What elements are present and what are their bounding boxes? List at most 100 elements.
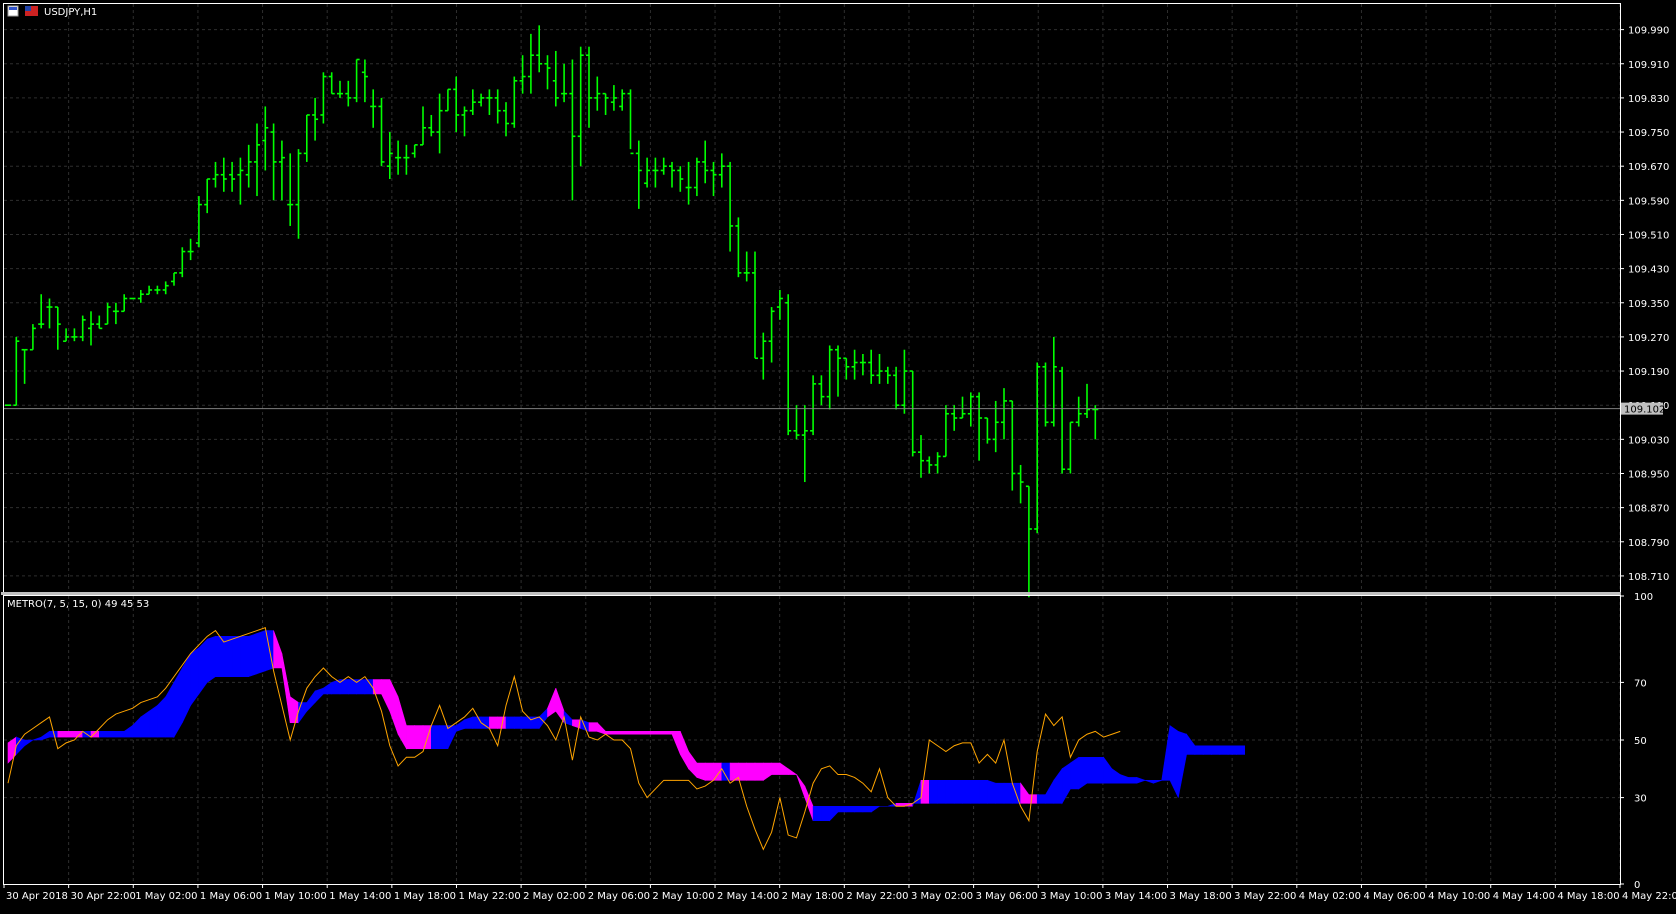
band-segment — [696, 762, 706, 781]
band-segment — [215, 636, 225, 677]
band-segment — [754, 762, 764, 781]
panel-splitter[interactable] — [1, 592, 1621, 595]
band-segment — [148, 704, 158, 738]
price-tick-label: 109.670 — [1628, 162, 1669, 173]
time-tick-label: 4 May 02:00 — [1299, 891, 1361, 902]
band-segment — [970, 780, 980, 804]
level-label: 0 — [1634, 880, 1640, 891]
price-tick-label: 109.030 — [1628, 435, 1669, 446]
time-tick-label: 2 May 22:00 — [846, 891, 908, 902]
band-segment — [1036, 794, 1046, 804]
band-segment — [414, 725, 424, 749]
current-price-tag: 109.102 — [1621, 402, 1665, 416]
time-tick-label: 3 May 06:00 — [976, 891, 1038, 902]
band-segment — [646, 731, 656, 735]
time-tick-label: 1 May 10:00 — [265, 891, 327, 902]
band-segment — [978, 780, 988, 804]
band-segment — [1194, 745, 1204, 755]
band-segment — [206, 635, 216, 683]
time-tick-label: 1 May 14:00 — [329, 891, 391, 902]
price-tick-label: 109.190 — [1628, 367, 1669, 378]
band-segment — [588, 722, 598, 732]
band-segment — [513, 716, 523, 729]
time-tick-label: 2 May 14:00 — [717, 891, 779, 902]
time-tick-label: 2 May 10:00 — [652, 891, 714, 902]
band-segment — [746, 762, 756, 781]
band-segment — [406, 725, 416, 749]
time-tick-label: 3 May 02:00 — [911, 891, 973, 902]
band-segment — [862, 805, 872, 813]
time-tick-label: 30 Apr 22:00 — [71, 891, 136, 902]
band-segment — [995, 782, 1005, 804]
band-segment — [928, 780, 938, 804]
band-segment — [953, 780, 963, 804]
band-segment — [1236, 745, 1245, 755]
band-segment — [430, 725, 440, 749]
time-tick-label: 4 May 18:00 — [1557, 891, 1619, 902]
band-segment — [638, 731, 648, 735]
time-tick-label: 2 May 02:00 — [523, 891, 585, 902]
band-segment — [1219, 745, 1229, 755]
band-segment — [655, 731, 665, 735]
band-segment — [1211, 745, 1221, 755]
band-segment — [240, 636, 249, 677]
time-tick-label: 2 May 18:00 — [782, 891, 844, 902]
band-segment — [1202, 745, 1212, 755]
band-segment — [962, 780, 972, 804]
time-tick-label: 4 May 10:00 — [1428, 891, 1490, 902]
price-tick-label: 109.830 — [1628, 94, 1669, 105]
band-segment — [845, 805, 855, 813]
band-segment — [738, 762, 748, 781]
band-segment — [480, 716, 490, 729]
current-price-value: 109.102 — [1624, 405, 1665, 416]
band-segment — [505, 716, 515, 729]
time-tick-label: 1 May 18:00 — [394, 891, 456, 902]
band-segment — [621, 731, 631, 735]
band-segment — [57, 731, 67, 738]
time-tick-label: 4 May 06:00 — [1363, 891, 1425, 902]
band-segment — [987, 779, 997, 804]
time-tick-label: 4 May 22:00 — [1622, 891, 1676, 902]
price-tick-label: 109.270 — [1628, 333, 1669, 344]
level-label: 100 — [1634, 592, 1653, 603]
band-segment — [837, 805, 847, 813]
time-tick-label: 3 May 18:00 — [1170, 891, 1232, 902]
time-tick-label: 2 May 06:00 — [588, 891, 650, 902]
band-segment — [1095, 756, 1104, 784]
band-segment — [1078, 756, 1088, 790]
price-tick-label: 108.710 — [1628, 572, 1669, 583]
time-tick-label: 30 Apr 2018 — [6, 891, 68, 902]
price-tick-label: 109.910 — [1628, 60, 1669, 71]
band-segment — [630, 731, 640, 735]
time-tick-label: 1 May 02:00 — [135, 891, 197, 902]
band-segment — [945, 780, 955, 804]
band-segment — [1070, 756, 1079, 790]
price-tick-label: 109.590 — [1628, 196, 1669, 207]
band-segment — [472, 716, 482, 729]
price-tick-label: 109.990 — [1628, 26, 1669, 37]
level-label: 30 — [1634, 794, 1647, 805]
indicator-label: METRO(7, 5, 15, 0) 49 45 53 — [7, 599, 149, 610]
level-label: 70 — [1634, 678, 1647, 689]
price-tick-label: 109.750 — [1628, 128, 1669, 139]
price-tick-label: 108.870 — [1628, 504, 1669, 515]
band-segment — [771, 762, 781, 775]
symbol-label: USDJPY,H1 — [44, 7, 97, 18]
band-segment — [1128, 777, 1138, 784]
time-tick-label: 3 May 10:00 — [1040, 891, 1102, 902]
mt4-chart-window[interactable]: USDJPY,H1 METRO(7, 5, 15, 0) 49 45 53 10… — [0, 0, 1676, 910]
price-tick-label: 108.790 — [1628, 538, 1669, 549]
band-segment — [854, 805, 864, 813]
band-segment — [605, 731, 615, 735]
band-segment — [256, 630, 266, 675]
time-tick-label: 1 May 22:00 — [458, 891, 520, 902]
band-segment — [613, 731, 623, 735]
band-segment — [812, 805, 822, 821]
price-tick-label: 108.950 — [1628, 469, 1669, 480]
band-segment — [663, 731, 673, 735]
band-segment — [107, 731, 117, 738]
band-segment — [704, 762, 714, 781]
chart-canvas[interactable]: USDJPY,H1 METRO(7, 5, 15, 0) 49 45 53 10… — [0, 0, 1676, 910]
band-segment — [115, 731, 125, 738]
band-segment — [821, 805, 831, 821]
